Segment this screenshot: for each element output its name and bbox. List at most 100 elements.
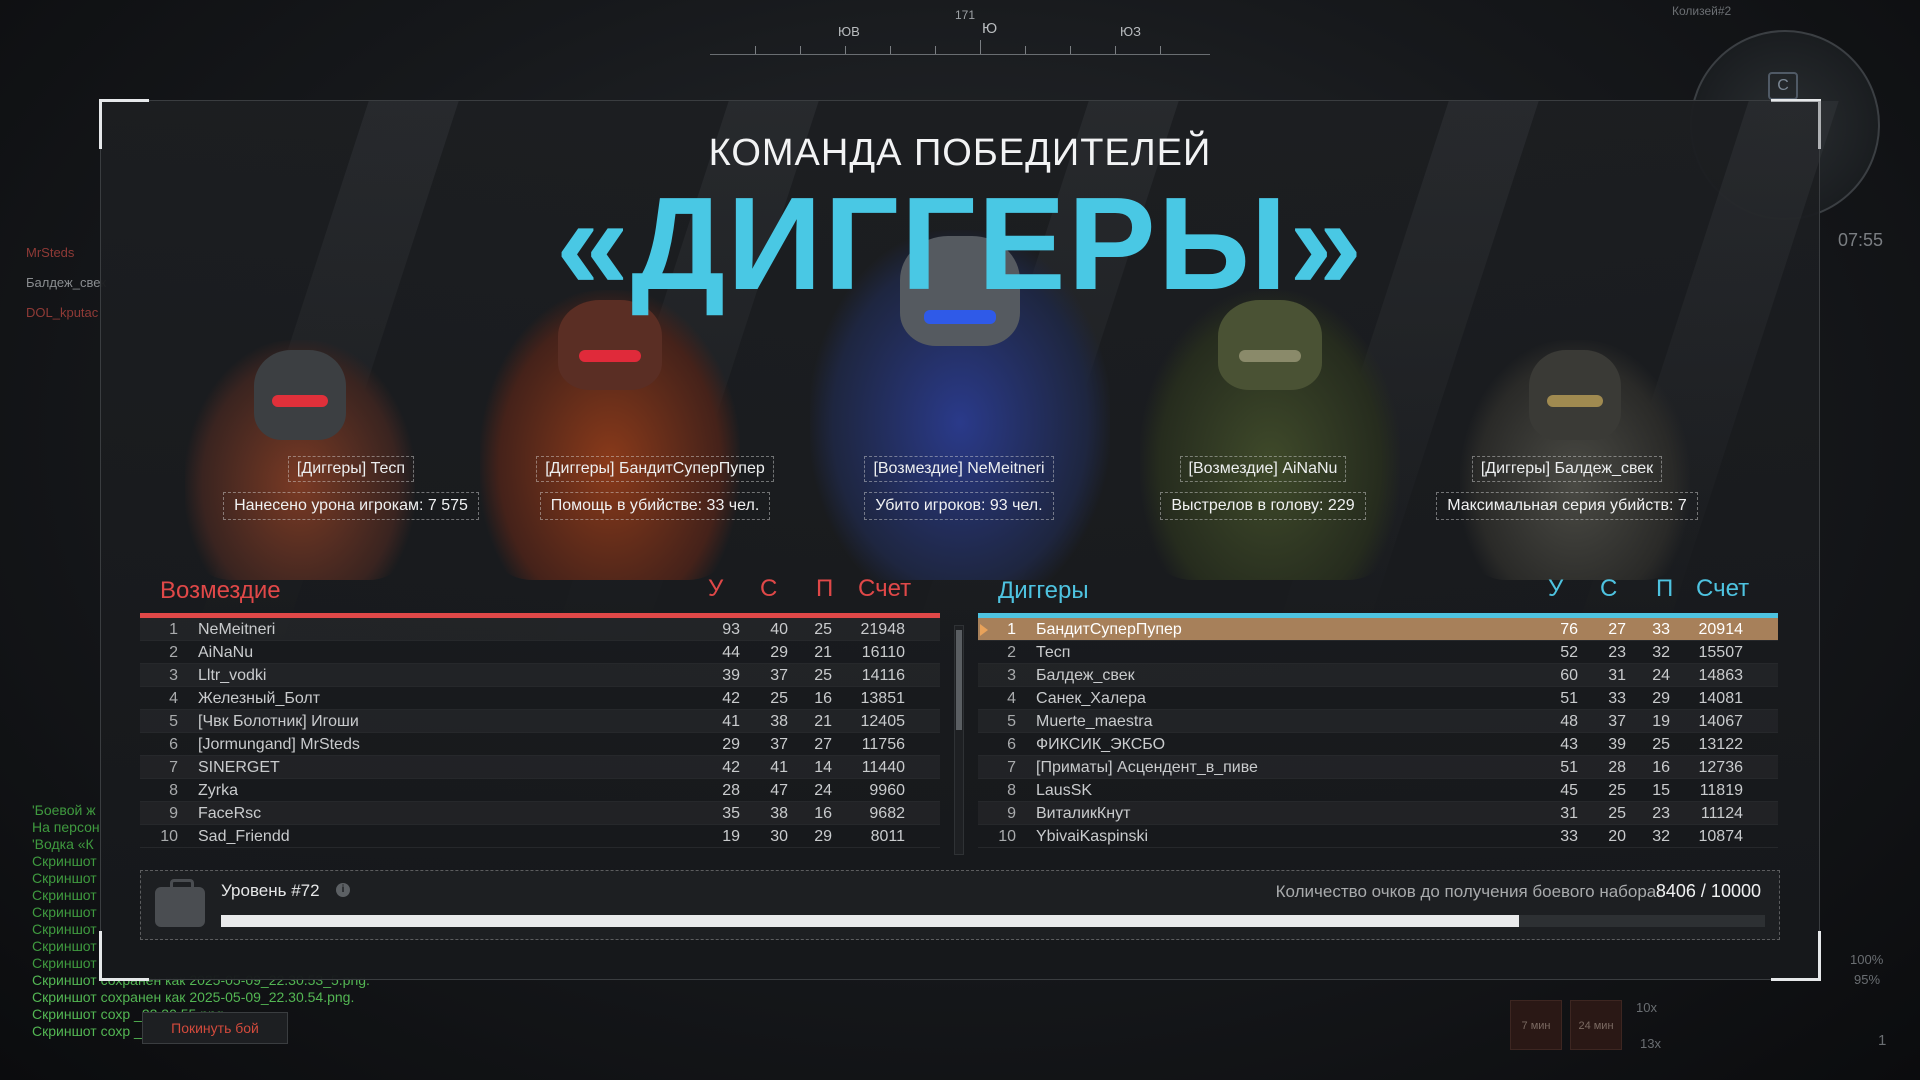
player-rows: 1 NeMeitneri 93 40 25 21948 2 AiNaNu 44 29 21 16110… bbox=[140, 618, 940, 848]
player-rank: 6 bbox=[169, 736, 178, 753]
hud-percent-1: 100% bbox=[1850, 952, 1884, 967]
table-row[interactable]: 5 Muerte_maestra 48 37 19 14067 bbox=[978, 710, 1778, 733]
player-kills: 51 bbox=[1560, 759, 1578, 776]
player-kills: 42 bbox=[722, 759, 740, 776]
col-assists[interactable]: П bbox=[1656, 575, 1673, 603]
table-row[interactable]: 10 Sad_Friendd 19 30 29 8011 bbox=[140, 825, 940, 848]
table-row[interactable]: 4 Железный_Болт 42 25 16 13851 bbox=[140, 687, 940, 710]
player-rank: 4 bbox=[1007, 690, 1016, 707]
scroll-thumb[interactable] bbox=[956, 630, 962, 730]
highlight-player-name: [Возмездие] NeMeitneri bbox=[829, 456, 1089, 482]
player-assists: 16 bbox=[814, 805, 832, 822]
player-rank: 5 bbox=[169, 713, 178, 730]
player-score: 16110 bbox=[861, 644, 905, 661]
boost-timer-1[interactable]: 7 мин bbox=[1510, 1000, 1562, 1050]
col-kills[interactable]: У bbox=[1548, 575, 1563, 603]
player-score: 21948 bbox=[860, 621, 906, 638]
table-row[interactable]: 3 Балдеж_свек 60 31 24 14863 bbox=[978, 664, 1778, 687]
player-kills: 19 bbox=[722, 828, 740, 845]
team-name: Возмездие bbox=[160, 577, 281, 604]
table-row[interactable]: 3 Lltr_vodki 39 37 25 14116 bbox=[140, 664, 940, 687]
chat-line: Скриншот сохранен как 2025-05-09_22.30.5… bbox=[32, 989, 355, 1005]
player-name: Железный_Болт bbox=[198, 690, 321, 707]
player-score: 11756 bbox=[861, 736, 905, 753]
player-kills: 60 bbox=[1560, 667, 1578, 684]
table-row[interactable]: 2 AiNaNu 44 29 21 16110 bbox=[140, 641, 940, 664]
highlight-stat: Нанесено урона игрокам: 7 575 bbox=[211, 492, 491, 520]
col-deaths[interactable]: С bbox=[1600, 575, 1617, 603]
player-deaths: 39 bbox=[1608, 736, 1626, 753]
player-name: LausSK bbox=[1036, 782, 1093, 799]
col-score[interactable]: Счет bbox=[1696, 575, 1749, 603]
player-assists: 24 bbox=[1652, 667, 1670, 684]
player-assists: 19 bbox=[1652, 713, 1670, 730]
player-kills: 43 bbox=[1560, 736, 1578, 753]
player-rank: 7 bbox=[1007, 759, 1016, 776]
player-deaths: 29 bbox=[770, 644, 788, 661]
player-deaths: 28 bbox=[1608, 759, 1626, 776]
player-rank: 8 bbox=[169, 782, 178, 799]
table-row[interactable]: 6 ФИКСИК_ЭКСБО 43 39 25 13122 bbox=[978, 733, 1778, 756]
player-name: FaceRsc bbox=[198, 805, 262, 822]
player-rank: 2 bbox=[1007, 644, 1016, 661]
compass-line bbox=[710, 54, 1210, 55]
col-score[interactable]: Счет bbox=[858, 575, 911, 603]
player-assists: 27 bbox=[814, 736, 832, 753]
player-deaths: 25 bbox=[1608, 782, 1626, 799]
table-row[interactable]: 7 [Приматы] Асцендент_в_пиве 51 28 16 12736 bbox=[978, 756, 1778, 779]
leave-battle-button[interactable]: Покинуть бой bbox=[142, 1012, 288, 1044]
hud-count: 1 bbox=[1878, 1032, 1887, 1049]
col-assists[interactable]: П bbox=[816, 575, 833, 603]
player-score: 12736 bbox=[1698, 759, 1744, 776]
table-row[interactable]: 1 БандитСуперПупер 76 27 33 20914 bbox=[978, 618, 1778, 641]
compass-dir-sw: ЮЗ bbox=[1120, 24, 1141, 39]
table-row[interactable]: 9 FaceRsc 35 38 16 9682 bbox=[140, 802, 940, 825]
player-assists: 21 bbox=[814, 713, 832, 730]
map-name: Колизей#2 bbox=[1672, 4, 1732, 18]
player-assists: 32 bbox=[1652, 644, 1670, 661]
player-kills: 33 bbox=[1560, 828, 1578, 845]
player-name: Балдеж_свек bbox=[1036, 667, 1135, 684]
highlight-player-name: [Диггеры] Тесп bbox=[221, 456, 481, 482]
player-rank: 1 bbox=[169, 621, 178, 638]
player-assists: 29 bbox=[814, 828, 832, 845]
player-assists: 32 bbox=[1652, 828, 1670, 845]
player-kills: 29 bbox=[722, 736, 740, 753]
table-row[interactable]: 6 [Jormungand] MrSteds 29 37 27 11756 bbox=[140, 733, 940, 756]
player-score: 9682 bbox=[869, 805, 905, 822]
player-kills: 44 bbox=[722, 644, 740, 661]
info-icon[interactable]: i bbox=[336, 883, 350, 897]
table-row[interactable]: 8 Zyrka 28 47 24 9960 bbox=[140, 779, 940, 802]
player-rank: 4 bbox=[169, 690, 178, 707]
player-kills: 76 bbox=[1560, 621, 1578, 638]
player-name: [Чвк Болотник] Игоши bbox=[198, 713, 359, 730]
table-row[interactable]: 7 SINERGET 42 41 14 11440 bbox=[140, 756, 940, 779]
player-assists: 33 bbox=[1652, 621, 1670, 638]
table-row[interactable]: 4 Санек_Халера 51 33 29 14081 bbox=[978, 687, 1778, 710]
player-score: 14863 bbox=[1698, 667, 1744, 684]
player-kills: 35 bbox=[722, 805, 740, 822]
highlight-stat: Убито игроков: 93 чел. bbox=[819, 492, 1099, 520]
player-name: [Jormungand] MrSteds bbox=[198, 736, 360, 753]
table-row[interactable]: 2 Тесп 52 23 32 15507 bbox=[978, 641, 1778, 664]
table-row[interactable]: 5 [Чвк Болотник] Игоши 41 38 21 12405 bbox=[140, 710, 940, 733]
player-score: 14116 bbox=[861, 667, 905, 684]
player-kills: 39 bbox=[722, 667, 740, 684]
table-row[interactable]: 8 LausSK 45 25 15 11819 bbox=[978, 779, 1778, 802]
player-deaths: 30 bbox=[770, 828, 788, 845]
scrollbar[interactable] bbox=[954, 625, 964, 855]
highlight-player-name: [Возмездие] AiNaNu bbox=[1133, 456, 1393, 482]
winner-team-name: «ДИГГЕРЫ» bbox=[555, 170, 1365, 317]
table-row[interactable]: 1 NeMeitneri 93 40 25 21948 bbox=[140, 618, 940, 641]
player-score: 11440 bbox=[861, 759, 905, 776]
highlight-player-name: [Диггеры] БандитСуперПупер bbox=[525, 456, 785, 482]
table-row[interactable]: 10 YbivaiKaspinski 33 20 32 10874 bbox=[978, 825, 1778, 848]
player-name: [Приматы] Асцендент_в_пиве bbox=[1036, 759, 1258, 776]
multiplier-a: 10x bbox=[1636, 1000, 1657, 1015]
boost-timer-2[interactable]: 24 мин bbox=[1570, 1000, 1622, 1050]
table-row[interactable]: 9 ВиталикКнут 31 25 23 11124 bbox=[978, 802, 1778, 825]
player-assists: 29 bbox=[1652, 690, 1670, 707]
col-kills[interactable]: У bbox=[708, 575, 723, 603]
col-deaths[interactable]: С bbox=[760, 575, 777, 603]
battle-kit-icon bbox=[155, 879, 205, 927]
